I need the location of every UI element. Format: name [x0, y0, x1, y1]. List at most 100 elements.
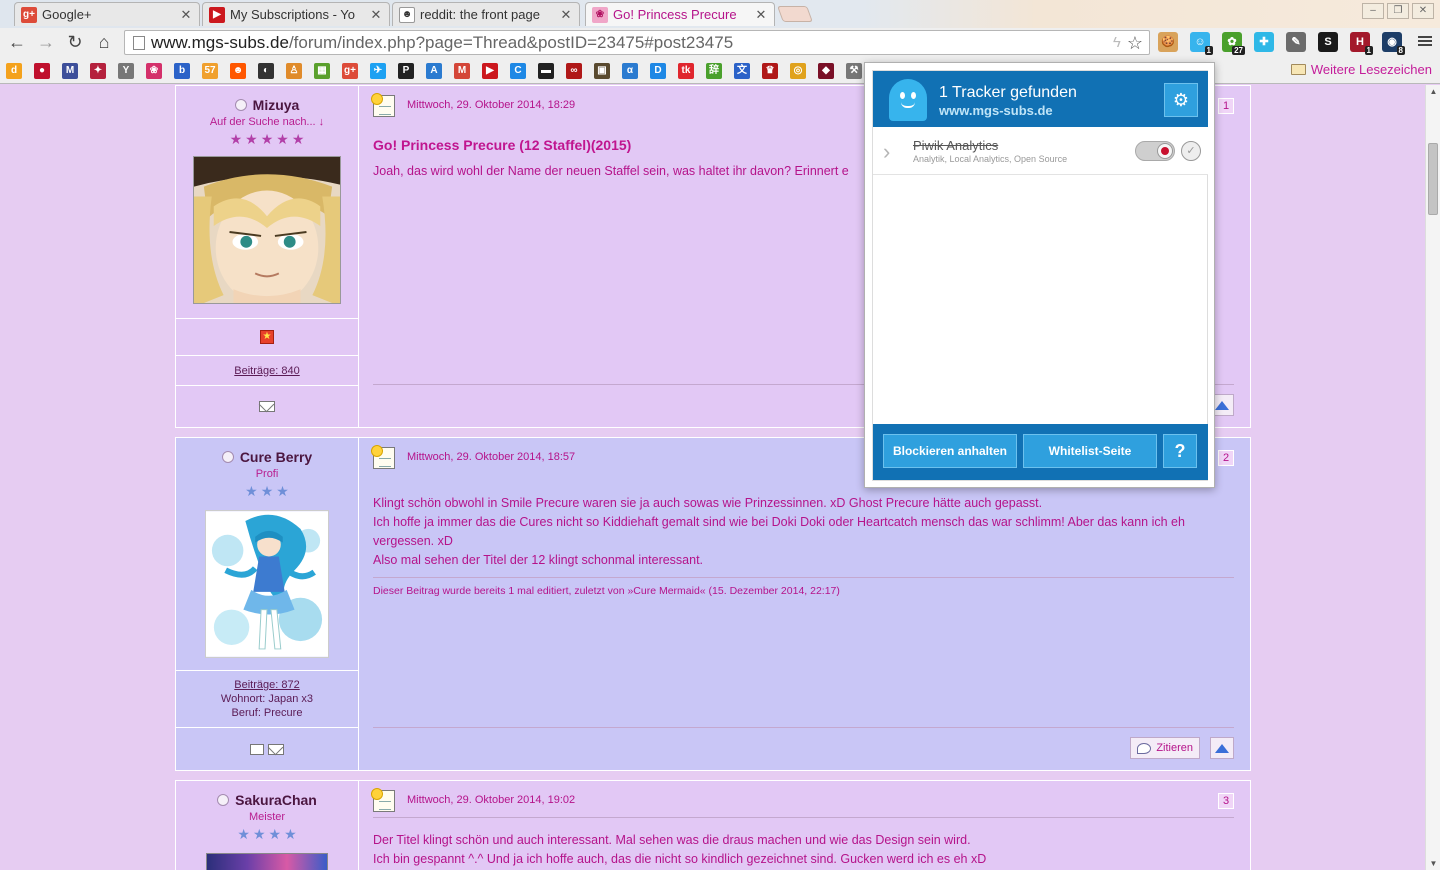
- tab-title: My Subscriptions - Yo: [230, 7, 356, 22]
- page-scrollbar[interactable]: ▲ ▼: [1425, 85, 1440, 870]
- bookmark-mail-icon[interactable]: M: [62, 63, 78, 79]
- profile-card-icon[interactable]: [250, 743, 264, 755]
- whitelist-site-button[interactable]: Whitelist-Seite: [1023, 434, 1157, 468]
- tracker-site: www.mgs-subs.de: [939, 103, 1053, 118]
- bookmark-anime-icon[interactable]: ✦: [90, 63, 106, 79]
- other-bookmarks[interactable]: Weitere Lesezeichen: [1290, 62, 1432, 77]
- bookmark-youtube-icon[interactable]: ▶: [482, 63, 498, 79]
- minimize-button[interactable]: –: [1362, 3, 1384, 19]
- other-bookmarks-label: Weitere Lesezeichen: [1310, 62, 1432, 77]
- home-icon[interactable]: ⌂: [93, 31, 115, 53]
- trust-check-icon[interactable]: ✓: [1181, 141, 1201, 161]
- bookmark-google-plus-icon[interactable]: g+: [342, 63, 358, 79]
- monitor-extension-icon[interactable]: ◉ 8: [1382, 32, 1405, 55]
- bookmark-coin-icon[interactable]: ◎: [790, 63, 806, 79]
- bookmark-tk-icon[interactable]: tk: [678, 63, 694, 79]
- tab-youtube-subscriptions[interactable]: ▶ My Subscriptions - Yo ✕: [202, 2, 390, 26]
- help-button[interactable]: ?: [1163, 434, 1197, 468]
- post-number[interactable]: 3: [1218, 793, 1234, 809]
- ghostery-popup: 1 Tracker gefunden www.mgs-subs.de ⚙ › P…: [864, 62, 1215, 488]
- block-tracker-toggle[interactable]: [1135, 141, 1175, 161]
- bookmark-person-icon[interactable]: ♙: [286, 63, 302, 79]
- scroll-up-arrow-icon[interactable]: ▲: [1429, 87, 1438, 96]
- bookmark-hat-icon[interactable]: α: [622, 63, 638, 79]
- post-date: Mittwoch, 29. Oktober 2014, 18:57: [407, 451, 576, 463]
- bookmark-c-icon[interactable]: C: [510, 63, 526, 79]
- bookmark-red-circle-icon[interactable]: ●: [34, 63, 50, 79]
- bookmark-gmail-icon[interactable]: M: [454, 63, 470, 79]
- tab-go-princess-precure[interactable]: ❀ Go! Princess Precure ✕: [585, 2, 775, 26]
- url-text[interactable]: www.mgs-subs.de/forum/index.php?page=Thr…: [151, 33, 1113, 53]
- forum-post: SakuraChan Meister ★ ★ ★ ★ Mittwoch, 29. Ok…: [175, 780, 1251, 870]
- envelope-icon[interactable]: [259, 400, 275, 412]
- bookmark-d-blue-icon[interactable]: D: [650, 63, 666, 79]
- bookmark-card-icon[interactable]: ♛: [762, 63, 778, 79]
- bookmark-dark-icon[interactable]: ▬: [538, 63, 554, 79]
- bookmark-kanji-icon[interactable]: 辞: [706, 63, 722, 79]
- bookmark-shield-icon[interactable]: ◆: [818, 63, 834, 79]
- s-extension-icon[interactable]: S: [1318, 32, 1338, 52]
- back-arrow-icon[interactable]: ←: [6, 31, 28, 53]
- bookmark-squares-icon[interactable]: ▦: [314, 63, 330, 79]
- toolbar: ← → ↻ ⌂ www.mgs-subs.de/forum/index.php?…: [0, 28, 1440, 58]
- ghostery-icon[interactable]: ☺ 1: [1190, 32, 1213, 55]
- close-window-button[interactable]: ✕: [1412, 3, 1434, 19]
- post-number[interactable]: 2: [1218, 450, 1234, 466]
- post-count[interactable]: Beiträge: 840: [234, 364, 299, 378]
- close-icon[interactable]: ✕: [179, 7, 193, 23]
- address-bar[interactable]: www.mgs-subs.de/forum/index.php?page=Thr…: [124, 30, 1150, 55]
- cookie-icon[interactable]: 🍪: [1158, 32, 1178, 52]
- bookmark-star-icon[interactable]: ☆: [1127, 34, 1143, 52]
- bookmark-y-icon[interactable]: Y: [118, 63, 134, 79]
- post-count[interactable]: Beiträge: 872: [234, 678, 299, 692]
- forward-arrow-icon[interactable]: →: [35, 31, 57, 53]
- page-icon: [133, 35, 145, 50]
- maximize-button[interactable]: ❐: [1387, 3, 1409, 19]
- lightning-icon[interactable]: ϟ: [1113, 34, 1121, 51]
- menu-icon[interactable]: [1418, 34, 1432, 48]
- url-domain: www.mgs-subs.de: [151, 32, 289, 52]
- h-extension-icon[interactable]: H1: [1350, 32, 1373, 55]
- bookmark-translate-icon[interactable]: 文: [734, 63, 750, 79]
- scrollbar-thumb[interactable]: [1428, 143, 1438, 215]
- bookmark-circle-p-icon[interactable]: P: [398, 63, 414, 79]
- close-icon[interactable]: ✕: [754, 7, 768, 23]
- author-name[interactable]: Cure Berry: [221, 449, 312, 465]
- tab-reddit[interactable]: ☻ reddit: the front page ✕: [392, 2, 580, 26]
- bookmark-github-icon[interactable]: ◐: [258, 63, 274, 79]
- feedly-icon[interactable]: ✿ 27: [1222, 32, 1245, 55]
- tracker-row[interactable]: › Piwik Analytics Analytik, Local Analyt…: [873, 127, 1208, 175]
- quote-button[interactable]: Zitieren: [1130, 737, 1200, 759]
- pause-blocking-button[interactable]: Blockieren anhalten: [883, 434, 1017, 468]
- new-tab-button[interactable]: [777, 6, 813, 22]
- envelope-icon[interactable]: [268, 743, 284, 755]
- scroll-down-arrow-icon[interactable]: ▼: [1429, 859, 1438, 868]
- bookmark-box-icon[interactable]: ▣: [594, 63, 610, 79]
- settings-gear-icon[interactable]: ⚙: [1164, 83, 1198, 117]
- rank-star-icon: ★: [237, 826, 250, 842]
- reddit-icon: ☻: [399, 6, 415, 23]
- bookmark-d-icon[interactable]: d: [6, 63, 22, 79]
- share-icon[interactable]: ✚: [1254, 32, 1274, 52]
- close-icon[interactable]: ✕: [559, 7, 573, 23]
- browser-chrome: g+ Google+ ✕ ▶ My Subscriptions - Yo ✕ ☻…: [0, 0, 1440, 84]
- bookmark-reddit-icon[interactable]: ☻: [230, 63, 246, 79]
- author-name[interactable]: Mizuya: [234, 97, 299, 113]
- post-number[interactable]: 1: [1218, 98, 1234, 114]
- tab-google-plus[interactable]: g+ Google+ ✕: [14, 2, 200, 26]
- rank-star-icon: ★: [276, 131, 289, 147]
- tracker-name[interactable]: Piwik Analytics: [913, 138, 998, 153]
- close-icon[interactable]: ✕: [369, 7, 383, 23]
- chevron-right-icon[interactable]: ›: [883, 139, 890, 165]
- reload-icon[interactable]: ↻: [64, 31, 86, 53]
- author-name[interactable]: SakuraChan: [217, 792, 317, 808]
- bookmark-ribbon-icon[interactable]: ∞: [566, 63, 582, 79]
- bookmark-twitter-icon[interactable]: ✈: [370, 63, 386, 79]
- bookmark-b-icon[interactable]: b: [174, 63, 190, 79]
- eyedropper-icon[interactable]: ✎: [1286, 32, 1306, 52]
- bookmark-flower-icon[interactable]: ❀: [146, 63, 162, 79]
- bookmark-a-icon[interactable]: A: [426, 63, 442, 79]
- bookmark-57-icon[interactable]: 57: [202, 63, 218, 79]
- bookmark-tool-icon[interactable]: ⚒: [846, 63, 862, 79]
- scroll-top-button[interactable]: [1210, 737, 1234, 759]
